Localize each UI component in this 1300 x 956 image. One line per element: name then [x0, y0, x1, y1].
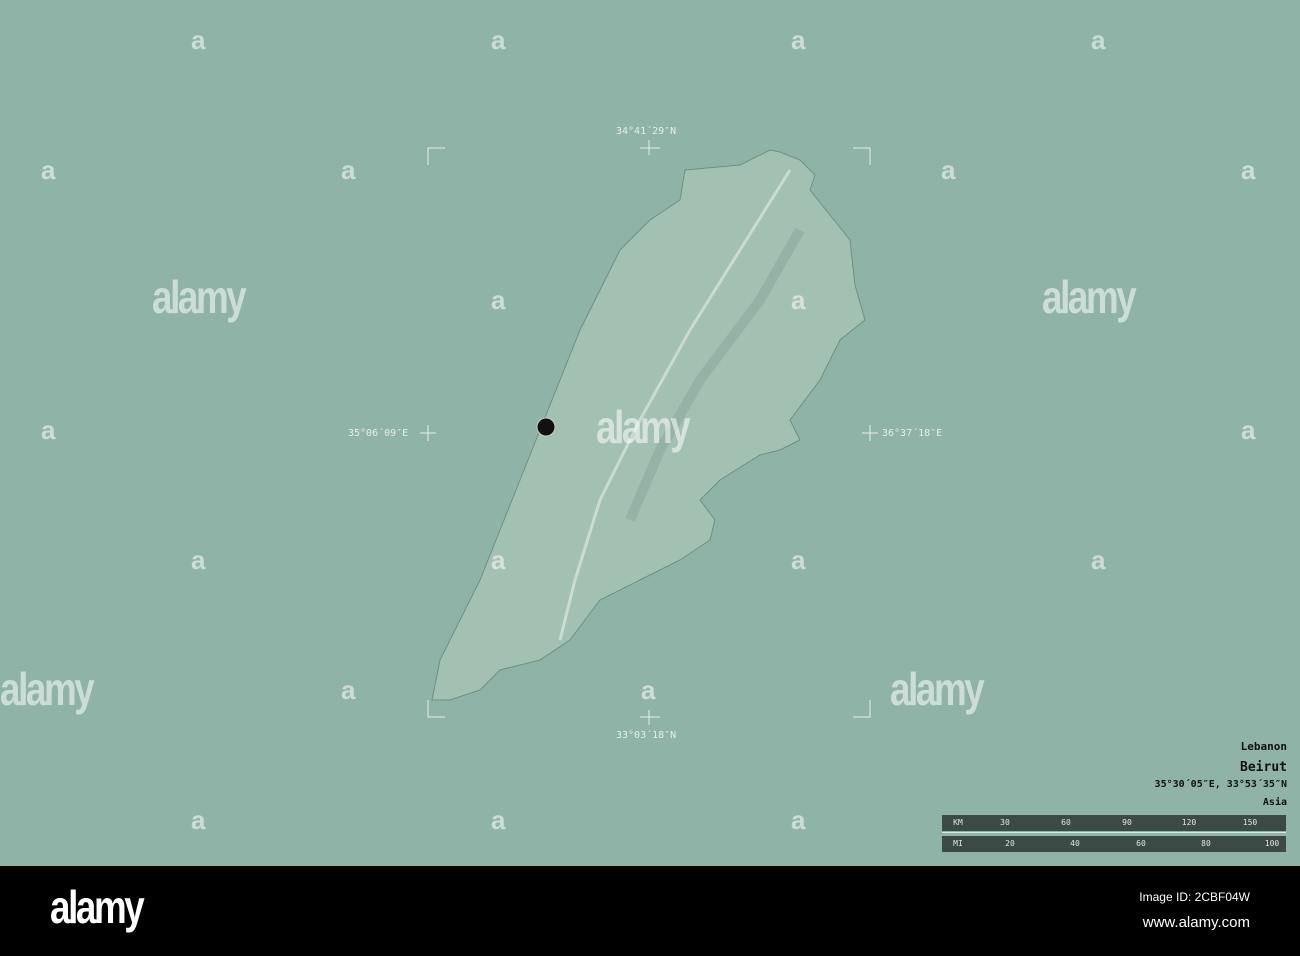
watermark: a — [941, 155, 956, 185]
south-bound-label: 33°03´18″N — [616, 730, 677, 741]
watermark: a — [191, 805, 206, 835]
scale-tick: 120 — [1181, 818, 1197, 827]
scale-unit-km: KM — [953, 818, 963, 827]
watermark: a — [491, 805, 506, 835]
continent-name: Asia — [1262, 797, 1287, 808]
watermark: a — [791, 285, 806, 315]
scale-tick: 60 — [1061, 818, 1071, 827]
watermark: alamy — [0, 663, 95, 715]
watermark: a — [41, 155, 56, 185]
scale-tick: 20 — [1005, 839, 1015, 848]
watermark: alamy — [596, 401, 691, 453]
site-url[interactable]: www.alamy.com — [1143, 914, 1250, 931]
scale-unit-mi: MI — [953, 839, 963, 848]
watermark: a — [191, 25, 206, 55]
watermark: a — [1091, 545, 1106, 575]
image-id: Image ID: 2CBF04W — [1139, 890, 1250, 904]
scale-bar-mi: MI 20 40 60 80 100 — [942, 836, 1286, 852]
watermark: a — [791, 805, 806, 835]
scale-tick: 40 — [1070, 839, 1080, 848]
scale-tick: 100 — [1264, 839, 1280, 848]
watermark: a — [341, 155, 356, 185]
footer-logo[interactable]: alamy — [50, 880, 145, 934]
scale-bar-km: KM 30 60 90 120 150 — [942, 815, 1286, 831]
capital-marker[interactable] — [536, 417, 556, 437]
watermark: alamy — [152, 271, 247, 323]
watermark: alamy — [1042, 271, 1137, 323]
watermark: a — [791, 25, 806, 55]
north-bound-label: 34°41´29″N — [616, 126, 677, 137]
capital-coordinates: 35°30´05″E, 33°53´35″N — [1154, 779, 1287, 790]
watermark: alamy — [890, 663, 985, 715]
watermark: a — [191, 545, 206, 575]
watermark: a — [41, 415, 56, 445]
scale-tick: 60 — [1136, 839, 1146, 848]
watermark: a — [341, 675, 356, 705]
country-name: Lebanon — [1240, 740, 1287, 753]
watermark: a — [1241, 155, 1256, 185]
watermark: a — [491, 25, 506, 55]
watermark: a — [1091, 25, 1106, 55]
capital-name: Beirut — [1240, 760, 1287, 775]
watermark: a — [641, 675, 656, 705]
watermark: a — [1241, 415, 1256, 445]
footer-bar: alamy Image ID: 2CBF04W www.alamy.com — [0, 866, 1300, 956]
scale-tick: 90 — [1122, 818, 1132, 827]
scale-tick: 80 — [1201, 839, 1211, 848]
scale-divider — [942, 832, 1286, 833]
watermark: a — [491, 545, 506, 575]
east-bound-label: 36°37´18″E — [882, 428, 943, 439]
scale-tick: 150 — [1242, 818, 1258, 827]
scale-tick: 30 — [1000, 818, 1010, 827]
map-canvas: 34°41´29″N 33°03´18″N 35°06´09″E 36°37´1… — [0, 0, 1300, 866]
watermark: a — [491, 285, 506, 315]
watermark: a — [791, 545, 806, 575]
west-bound-label: 35°06´09″E — [348, 428, 409, 439]
